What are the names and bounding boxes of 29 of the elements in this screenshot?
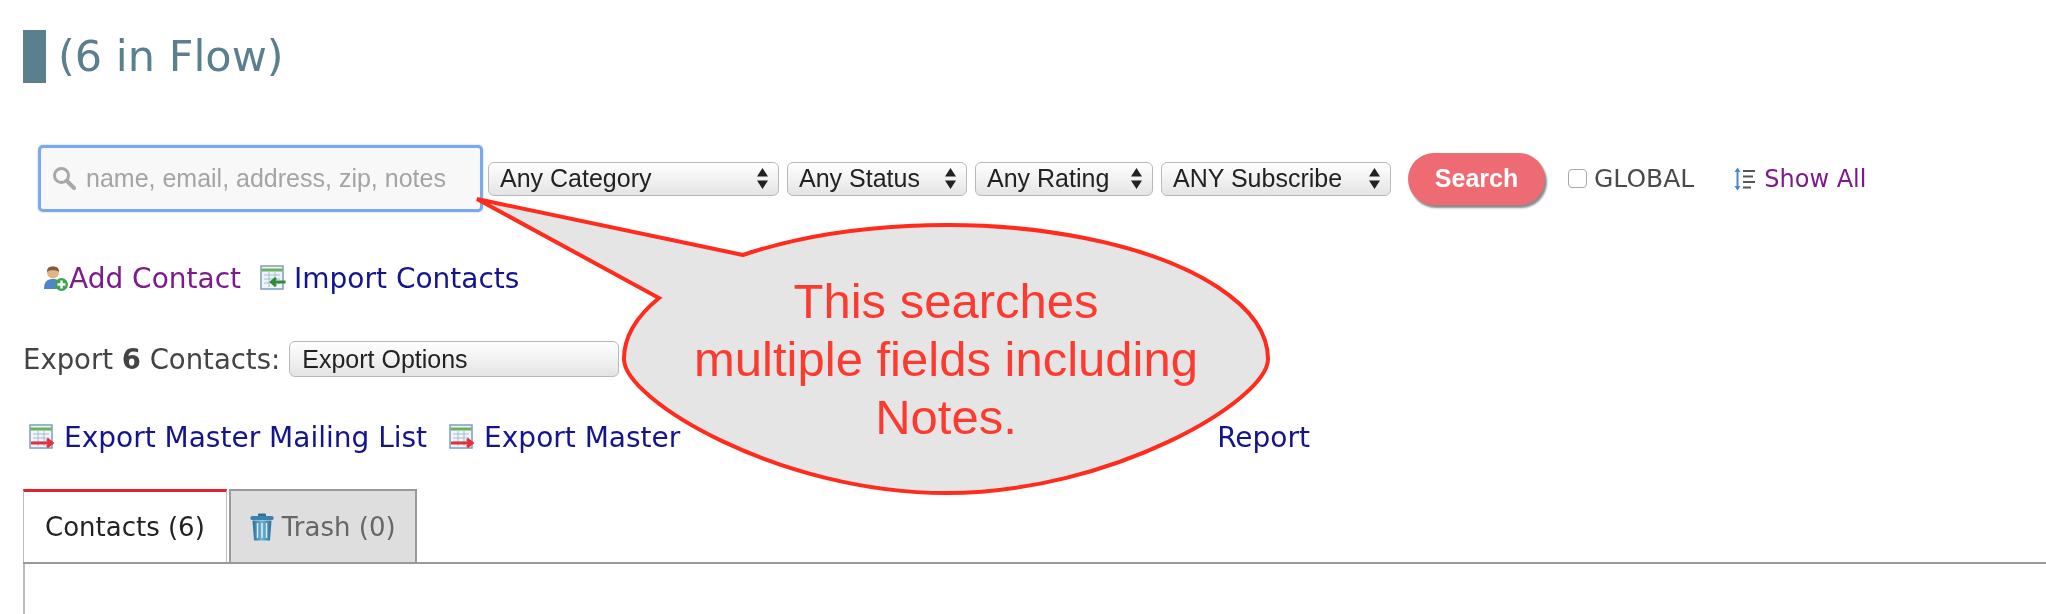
up-down-arrows-icon (945, 168, 956, 189)
export-link[interactable]: Export Master (449, 420, 681, 454)
global-checkbox[interactable] (1568, 169, 1587, 188)
up-down-arrows-icon (757, 168, 768, 189)
filter-dropdown[interactable]: Any Category (488, 161, 779, 196)
filter-dropdown[interactable]: Any Status (787, 161, 967, 196)
up-down-arrows-icon (1131, 168, 1142, 189)
tab[interactable]: Contacts (6) (23, 489, 227, 562)
spreadsheet-arrow-left-icon (260, 265, 287, 291)
search-icon (52, 166, 76, 190)
show-all-link[interactable]: Show All (1734, 164, 1867, 193)
heading-bar (23, 30, 46, 83)
import-link[interactable]: Import Contacts (260, 261, 520, 295)
filter-dropdown[interactable]: ANY Subscribe (1161, 161, 1391, 196)
export-label: Export 6 Contacts: (23, 343, 281, 375)
search-field[interactable]: name, email, address, zip, notes (38, 145, 483, 212)
export-options-dropdown[interactable]: Export Options (289, 341, 620, 377)
page-title: (6 in Flow) (58, 30, 284, 83)
up-down-arrows-icon (1369, 168, 1380, 189)
checkbox-label: GLOBAL (1594, 164, 1695, 193)
filter-dropdown[interactable]: Any Rating (975, 161, 1153, 196)
tab[interactable]: Trash (0) (228, 489, 417, 562)
export-link[interactable]: Export Master Mailing List (29, 420, 428, 454)
trash-can-icon (249, 512, 274, 541)
callout-text: This searches multiple fields including Notes. (694, 273, 1198, 446)
list-icon (1734, 166, 1756, 191)
export-link[interactable]: Report (1217, 420, 1310, 454)
person-add-icon (42, 265, 68, 291)
add-contact-link[interactable]: Add Contact (42, 261, 242, 295)
